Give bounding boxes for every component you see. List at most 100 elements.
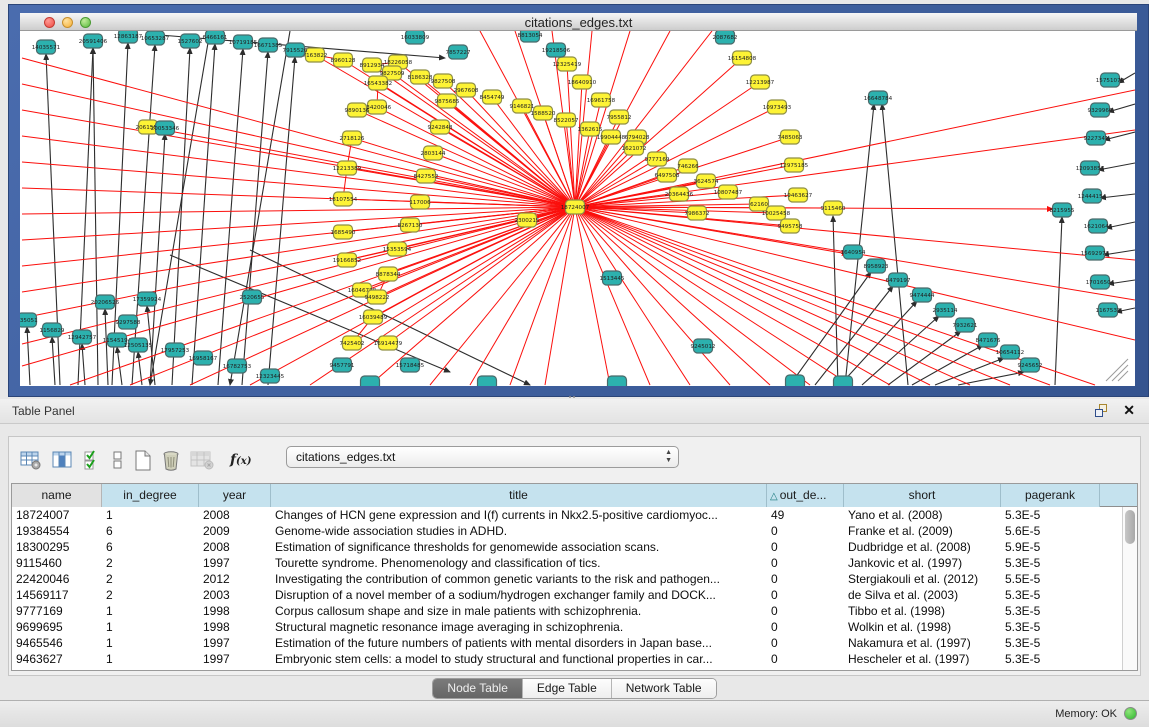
- cited-node[interactable]: [834, 376, 853, 386]
- cited-node[interactable]: 1167533: [1096, 303, 1121, 317]
- table-scrollbar[interactable]: [1122, 507, 1137, 670]
- paper-node[interactable]: 9498222: [365, 290, 390, 304]
- paper-node[interactable]: 16961758: [587, 93, 616, 107]
- network-graph-canvas[interactable]: 1872400771638228960128891293418226058982…: [20, 31, 1135, 386]
- cited-node[interactable]: 16648784: [864, 91, 893, 105]
- cited-node[interactable]: 16782753: [223, 359, 252, 373]
- scrollbar-thumb[interactable]: [1125, 510, 1135, 544]
- cited-node[interactable]: 8958923: [864, 259, 889, 273]
- paper-node[interactable]: 8522057: [554, 113, 579, 127]
- cited-node[interactable]: 20591406: [79, 34, 108, 48]
- cited-node[interactable]: 10653287: [141, 31, 170, 45]
- paper-node[interactable]: 1362615: [578, 122, 603, 136]
- close-panel-icon[interactable]: ✕: [1123, 402, 1135, 419]
- cited-node[interactable]: 9457791: [330, 358, 355, 372]
- table-row[interactable]: 911546021997Tourette syndrome. Phenomeno…: [12, 555, 1137, 571]
- cited-node[interactable]: 15692971: [1081, 246, 1110, 260]
- cited-node[interactable]: 10654112: [996, 345, 1024, 359]
- column-header-year[interactable]: year: [199, 484, 271, 507]
- cited-node[interactable]: 16210643: [1084, 219, 1113, 233]
- paper-node[interactable]: 7955812: [607, 110, 632, 124]
- table-row[interactable]: 1938455462009Genome-wide association stu…: [12, 523, 1137, 539]
- cited-node[interactable]: 2520655: [240, 290, 265, 304]
- cited-node[interactable]: 1513445: [600, 271, 625, 285]
- paper-node[interactable]: 7485063: [778, 130, 803, 144]
- cited-node[interactable]: 6479197: [886, 273, 911, 287]
- table-row[interactable]: 1872400712008Changes of HCN gene express…: [12, 507, 1137, 523]
- table-row[interactable]: 969969511998Structural magnetic resonanc…: [12, 619, 1137, 635]
- table-row[interactable]: 946554611997Estimation of the future num…: [12, 635, 1137, 651]
- paper-node[interactable]: 9890136: [345, 103, 370, 117]
- cited-node[interactable]: [786, 375, 805, 386]
- paper-node[interactable]: 2718126: [340, 131, 365, 145]
- paper-node[interactable]: 1685490: [331, 225, 356, 239]
- paper-node[interactable]: 8960128: [331, 53, 356, 67]
- cited-node[interactable]: 17957253: [161, 343, 190, 357]
- paper-node[interactable]: 1621072: [622, 141, 647, 155]
- paper-node[interactable]: 1588520: [531, 106, 556, 120]
- cited-node[interactable]: 16671385: [254, 38, 283, 52]
- paper-node[interactable]: 8912934: [360, 58, 385, 72]
- cited-node[interactable]: 8813054: [518, 31, 543, 42]
- paper-node[interactable]: 6497508: [655, 168, 680, 182]
- tab-node-table[interactable]: Node Table: [433, 679, 523, 698]
- paper-node[interactable]: 16154808: [728, 51, 757, 65]
- cited-node[interactable]: 1640954: [841, 245, 866, 259]
- paper-node[interactable]: 9777169: [645, 152, 670, 166]
- cited-node[interactable]: [608, 376, 627, 386]
- paper-node[interactable]: 19463627: [784, 188, 813, 202]
- cited-node[interactable]: 2935114: [933, 303, 958, 317]
- table-row[interactable]: 946362711997Embryonic stem cells: a mode…: [12, 651, 1137, 667]
- cited-node[interactable]: 1527602: [178, 34, 203, 48]
- paper-node[interactable]: 9115460: [821, 201, 846, 215]
- cited-node[interactable]: [361, 376, 380, 386]
- tab-network-table[interactable]: Network Table: [612, 679, 716, 698]
- paper-node[interactable]: 7425402: [340, 336, 365, 350]
- cited-node[interactable]: 135051: [20, 313, 38, 327]
- table-row[interactable]: 1830029562008Estimation of significance …: [12, 539, 1137, 555]
- node-table[interactable]: namein_degreeyeartitle△out_de...shortpag…: [11, 483, 1138, 671]
- memory-status-indicator-icon[interactable]: [1124, 707, 1137, 720]
- paper-node[interactable]: 12213987: [746, 75, 775, 89]
- paper-node[interactable]: 16914479: [374, 336, 403, 350]
- column-header-out_degree[interactable]: △out_de...: [767, 484, 844, 507]
- column-header-title[interactable]: title: [271, 484, 767, 507]
- cited-node[interactable]: 9329966: [1088, 103, 1113, 117]
- cited-node[interactable]: 1156829: [40, 323, 65, 337]
- cited-node[interactable]: 16033809: [401, 31, 430, 44]
- paper-node[interactable]: 8427552: [414, 169, 439, 183]
- paper-node[interactable]: 7986372: [685, 206, 710, 220]
- column-header-name[interactable]: name: [12, 484, 102, 507]
- paper-node[interactable]: 2967608: [454, 83, 479, 97]
- show-columns-icon[interactable]: [52, 451, 74, 470]
- paper-node[interactable]: 18640910: [568, 75, 597, 89]
- paper-node[interactable]: 2300215: [515, 213, 540, 227]
- cited-node[interactable]: 7915526: [283, 43, 308, 57]
- table-settings-icon[interactable]: [20, 451, 42, 470]
- cited-node[interactable]: 2087682: [713, 31, 738, 44]
- cited-node[interactable]: 7932621: [953, 318, 978, 332]
- cited-node[interactable]: 7857227: [446, 45, 471, 59]
- clear-selection-icon[interactable]: [112, 450, 124, 470]
- cited-node[interactable]: 9297588: [116, 315, 141, 329]
- cited-node[interactable]: 9245012: [691, 339, 716, 353]
- cited-node[interactable]: 14035571: [32, 40, 61, 54]
- cited-node[interactable]: 12863187: [114, 31, 143, 43]
- column-header-in_degree[interactable]: in_degree: [102, 484, 199, 507]
- paper-node[interactable]: 18107554: [329, 192, 358, 206]
- table-row[interactable]: 2242004622012Investigating the contribut…: [12, 571, 1137, 587]
- cited-node[interactable]: 19218506: [542, 43, 571, 57]
- paper-node[interactable]: 2803144: [421, 146, 446, 160]
- paper-node[interactable]: 62160: [750, 197, 769, 211]
- select-all-icon[interactable]: [84, 450, 102, 470]
- paper-node[interactable]: 9875685: [435, 94, 460, 108]
- citation-network-graph[interactable]: 1872400771638228960128891293418226058982…: [20, 31, 1135, 386]
- cited-node[interactable]: 6466161: [203, 31, 228, 44]
- column-header-pagerank[interactable]: pagerank: [1001, 484, 1100, 507]
- table-row[interactable]: 1456911722003Disruption of a novel membe…: [12, 587, 1137, 603]
- cited-node[interactable]: 8471676: [976, 333, 1001, 347]
- new-file-icon[interactable]: [134, 450, 152, 471]
- paper-node[interactable]: 12213389: [333, 161, 362, 175]
- paper-node[interactable]: 8878344: [376, 267, 401, 281]
- paper-node[interactable]: 8186328: [408, 70, 433, 84]
